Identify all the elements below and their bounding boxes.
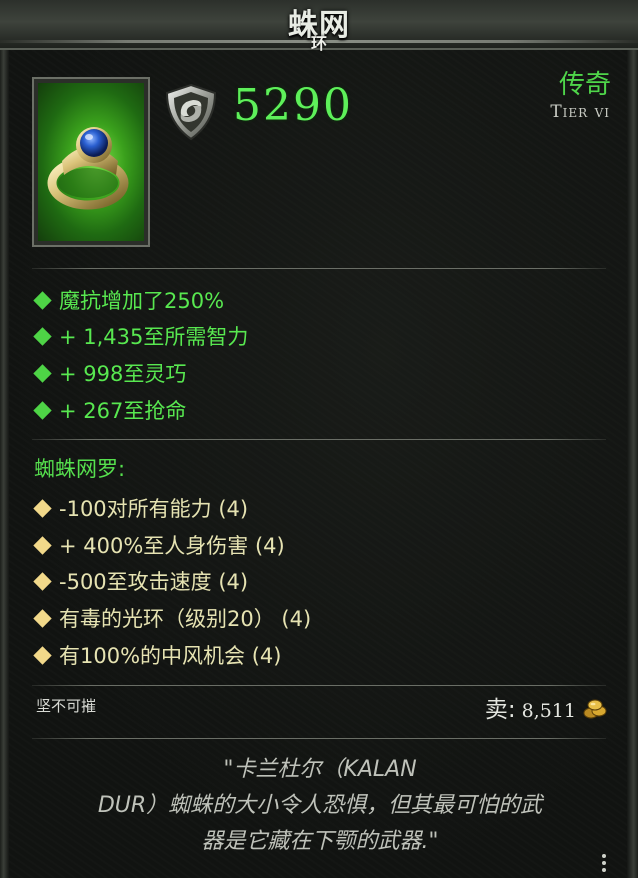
ring-icon — [47, 127, 129, 210]
flavor-text: "卡兰杜尔（KALAN DUR）蜘蛛的大小令人恐惧，但其最可怕的武 器是它藏在下… — [40, 752, 600, 860]
set-bonus-line: -100对所有能力 (4) — [32, 491, 248, 525]
sell-price: 卖: 8,511 — [485, 690, 576, 724]
item-type: 环 — [310, 34, 327, 53]
diamond-bullet-icon — [33, 290, 52, 310]
set-bonus-text: -100对所有能力 (4) — [59, 497, 249, 521]
item-tooltip: 蛛网 环 5290 传奇 Tier vi 魔抗增加了250% + 1,435至所… — [0, 0, 638, 878]
armor-value: 5290 — [233, 80, 353, 131]
diamond-bullet-icon — [33, 498, 52, 518]
stat-line: + 1,435至所需智力 — [32, 319, 248, 353]
flavor-line: DUR）蜘蛛的大小令人恐惧，但其最可怕的武 — [97, 793, 543, 818]
diamond-bullet-icon — [33, 571, 52, 591]
stat-text: + 998至灵巧 — [59, 362, 187, 386]
diamond-bullet-icon — [33, 326, 52, 346]
divider — [32, 439, 606, 440]
stat-text: 魔抗增加了250% — [59, 289, 225, 313]
diamond-bullet-icon — [33, 400, 52, 420]
set-bonus-line: -500至攻击速度 (4) — [32, 564, 248, 598]
stat-line: + 998至灵巧 — [32, 356, 186, 390]
divider — [32, 268, 606, 269]
tooltip-header: 蛛网 环 — [0, 0, 638, 53]
divider — [32, 685, 606, 686]
set-bonus-line: 有毒的光环（级别20） (4) — [32, 601, 311, 635]
sell-label: 卖: — [484, 697, 516, 723]
diamond-bullet-icon — [33, 608, 52, 628]
set-bonus-text: 有毒的光环（级别20） (4) — [59, 607, 312, 631]
shield-swirl-icon — [165, 83, 217, 141]
gold-coins-icon — [583, 699, 607, 719]
corner-ornament-icon — [602, 854, 606, 872]
stat-text: + 1,435至所需智力 — [59, 325, 249, 349]
flavor-line: 器是它藏在下颚的武器." — [201, 829, 439, 854]
tier-label: Tier vi — [550, 102, 610, 122]
frame-left-border — [0, 30, 9, 878]
frame-right-border — [627, 30, 638, 878]
flavor-line: "卡兰杜尔（KALAN — [223, 757, 417, 782]
rarity-label: 传奇 — [558, 70, 611, 100]
set-bonus-text: + 400%至人身伤害 (4) — [59, 534, 285, 558]
unbreakable-label: 坚不可摧 — [36, 697, 97, 715]
diamond-bullet-icon — [33, 645, 52, 665]
set-bonus-line: + 400%至人身伤害 (4) — [32, 528, 285, 562]
stat-line: + 267至抢命 — [32, 393, 186, 427]
item-image-background — [38, 83, 144, 241]
set-bonus-line: 有100%的中风机会 (4) — [32, 638, 281, 672]
sell-value: 8,511 — [521, 700, 576, 722]
diamond-bullet-icon — [33, 535, 52, 555]
item-image-frame — [32, 77, 150, 247]
stat-line: 魔抗增加了250% — [32, 283, 224, 317]
set-bonus-text: -500至攻击速度 (4) — [59, 570, 249, 594]
stat-text: + 267至抢命 — [59, 399, 187, 423]
set-bonus-text: 有100%的中风机会 (4) — [59, 644, 282, 668]
divider — [32, 738, 606, 739]
diamond-bullet-icon — [33, 363, 52, 383]
set-title: 蜘蛛网罗: — [34, 457, 126, 481]
